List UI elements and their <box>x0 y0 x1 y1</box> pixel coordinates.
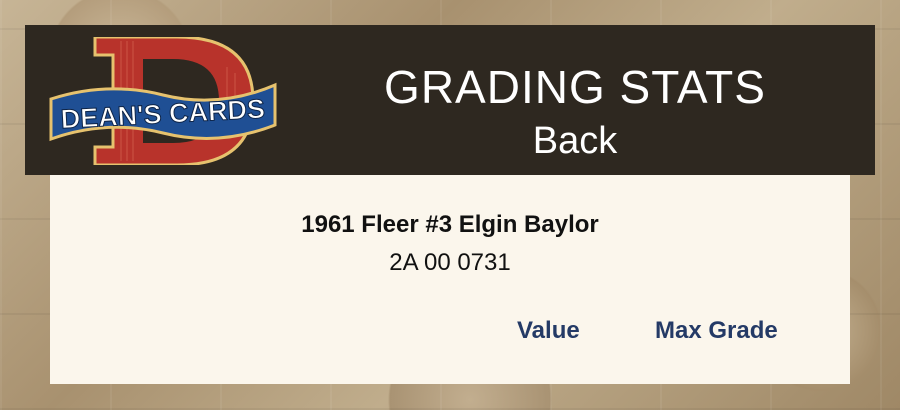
header-bar: DEAN'S CARDS GRADING STATS Back <box>25 25 875 175</box>
page-subtitle: Back <box>532 120 618 162</box>
page-title: GRADING STATS <box>384 61 766 113</box>
title-block: GRADING STATS Back <box>325 25 825 175</box>
card-name: 1961 Fleer #3 Elgin Baylor <box>301 211 599 238</box>
cert-number: 2A 00 0731 <box>389 249 511 276</box>
deans-cards-logo: DEAN'S CARDS <box>49 37 277 165</box>
stats-panel: 1961 Fleer #3 Elgin Baylor 2A 00 0731 Va… <box>50 175 850 384</box>
value-column-header: Value <box>517 317 580 344</box>
max-grade-column-header: Max Grade <box>655 317 778 344</box>
